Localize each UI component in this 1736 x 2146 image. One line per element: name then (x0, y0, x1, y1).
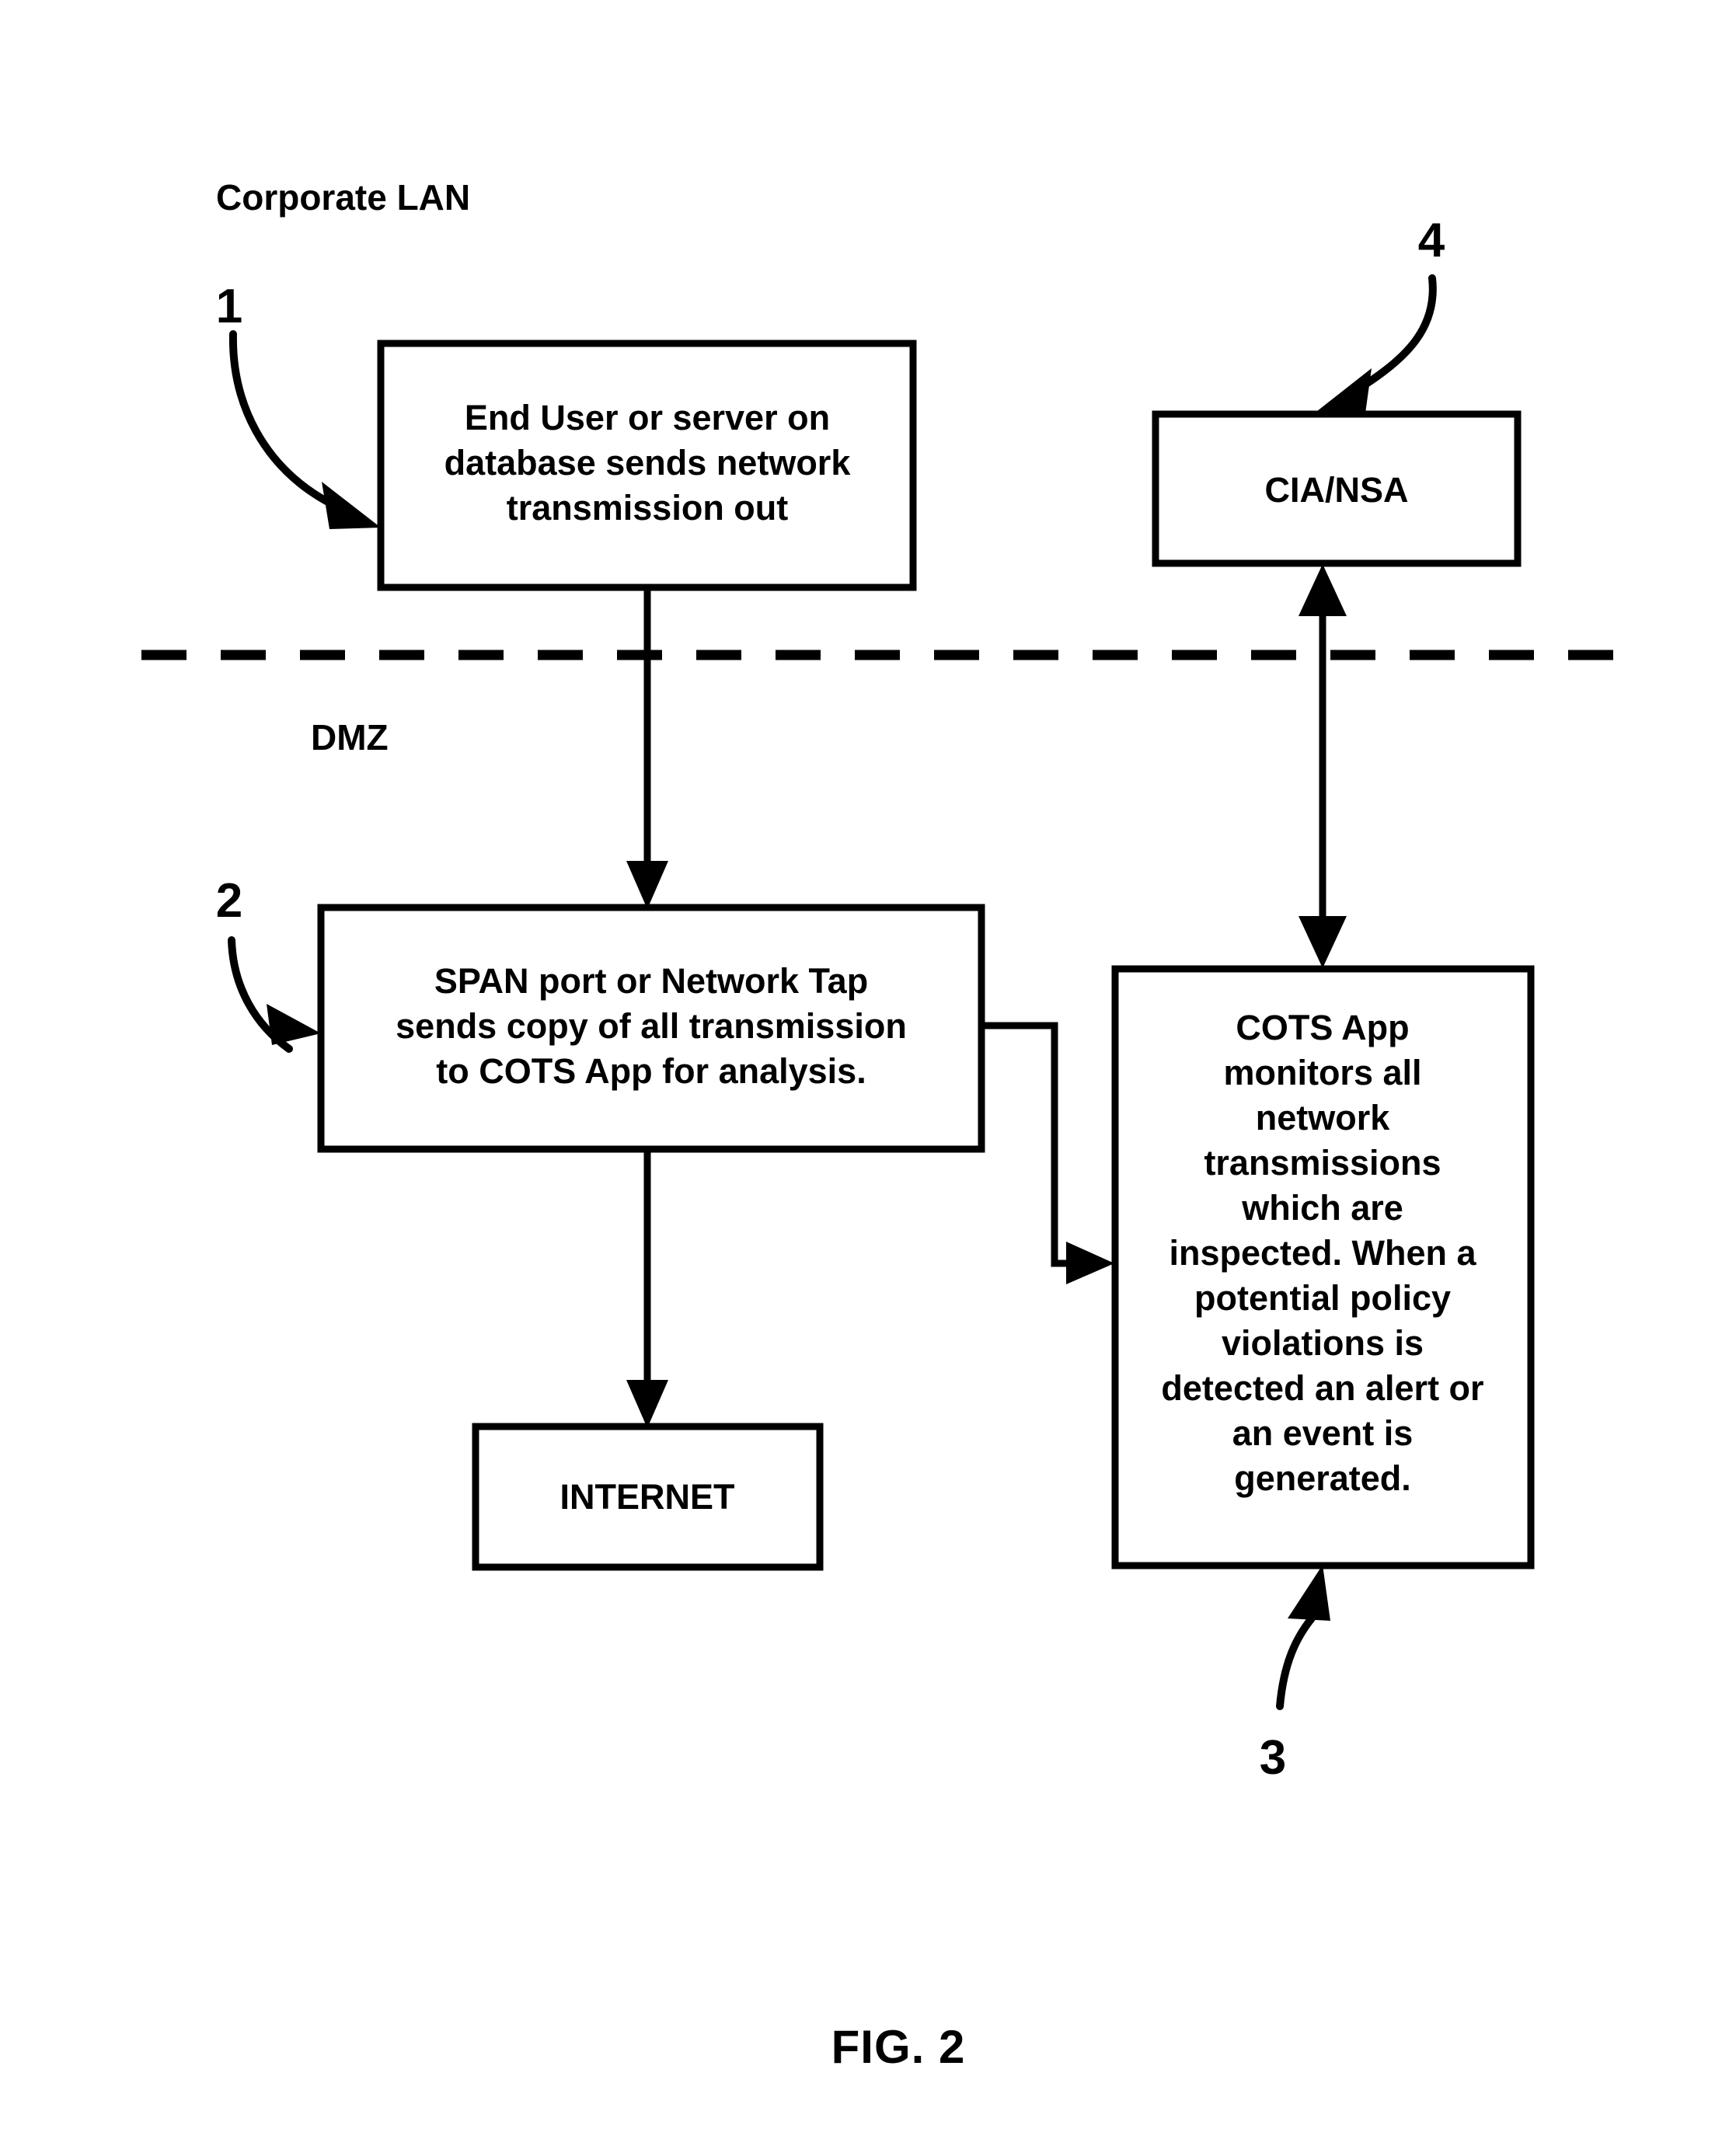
cia-nsa-box-text: CIA/NSA (1264, 470, 1408, 510)
svg-text:to COTS App for analysis.: to COTS App for analysis. (436, 1051, 866, 1091)
internet-box-text: INTERNET (560, 1477, 735, 1517)
svg-text:transmissions: transmissions (1204, 1143, 1441, 1183)
corporate-lan-label: Corporate LAN (216, 177, 470, 218)
arrowhead-down-to-span (626, 861, 668, 909)
arrowhead-lead-2 (267, 1004, 321, 1045)
svg-text:network: network (1256, 1098, 1391, 1137)
arrowhead-up-to-cia-nsa (1299, 564, 1347, 616)
arrowhead-down-to-cots (1299, 916, 1347, 968)
dmz-label: DMZ (311, 717, 389, 758)
figure-caption: FIG. 2 (831, 2021, 966, 2073)
reference-numeral-1: 1 (216, 280, 242, 333)
svg-text:which are: which are (1241, 1188, 1403, 1228)
svg-text:inspected. When a: inspected. When a (1169, 1233, 1476, 1273)
arrowhead-right-to-cots (1066, 1242, 1114, 1284)
svg-text:an event is: an event is (1232, 1413, 1414, 1453)
svg-text:violations is: violations is (1222, 1323, 1424, 1363)
svg-text:End User or server on: End User or server on (465, 398, 830, 437)
reference-numeral-2: 2 (216, 874, 242, 928)
lead-line-4 (1358, 274, 1437, 391)
span-port-box-text: SPAN port or Network Tap sends copy of a… (396, 961, 907, 1091)
svg-text:potential policy: potential policy (1194, 1278, 1451, 1318)
svg-text:detected an alert or: detected an alert or (1161, 1368, 1483, 1408)
svg-text:COTS App: COTS App (1236, 1008, 1409, 1047)
arrowhead-lead-4 (1313, 368, 1372, 414)
svg-text:database sends network: database sends network (444, 443, 852, 483)
svg-text:transmission out: transmission out (507, 488, 789, 528)
network-monitoring-flow-diagram: Corporate LAN DMZ 1 2 3 4 End User or se… (141, 177, 1633, 2073)
svg-text:SPAN port or Network Tap: SPAN port or Network Tap (434, 961, 868, 1001)
arrowhead-down-to-internet (626, 1380, 668, 1428)
svg-text:INTERNET: INTERNET (560, 1477, 735, 1517)
svg-text:monitors all: monitors all (1223, 1053, 1421, 1092)
lead-line-1 (228, 330, 330, 505)
lead-line-3 (1276, 1611, 1319, 1710)
patent-figure: Corporate LAN DMZ 1 2 3 4 End User or se… (0, 0, 1736, 2146)
arrowhead-lead-1 (322, 482, 381, 529)
reference-numeral-4: 4 (1418, 214, 1445, 267)
arrowhead-lead-3 (1288, 1565, 1330, 1621)
svg-text:CIA/NSA: CIA/NSA (1264, 470, 1408, 510)
svg-text:sends copy of all transmission: sends copy of all transmission (396, 1006, 907, 1046)
connector-span-to-cots-elbow (981, 1022, 1088, 1267)
reference-numeral-3: 3 (1260, 1731, 1286, 1785)
svg-text:generated.: generated. (1234, 1458, 1411, 1498)
